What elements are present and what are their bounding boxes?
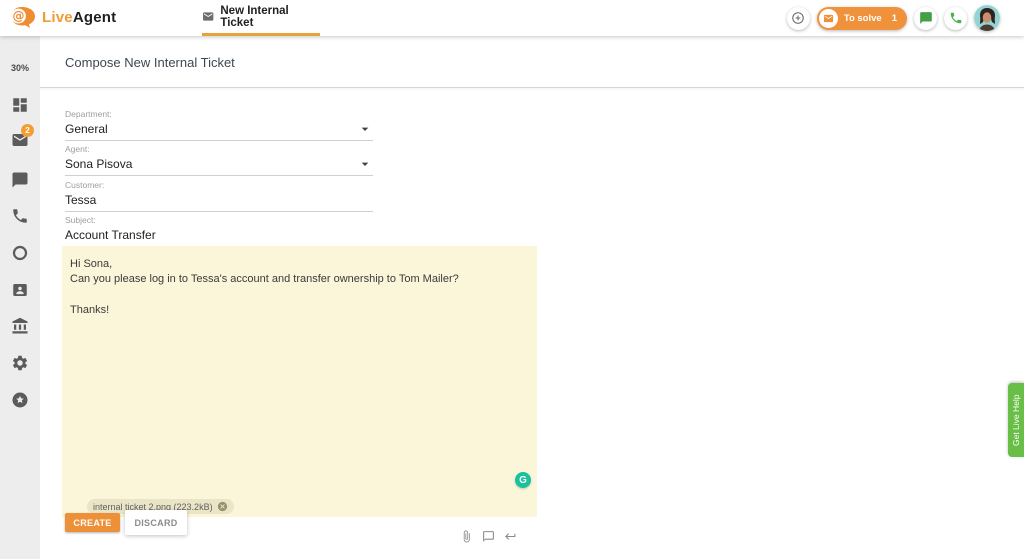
page-title: Compose New Internal Ticket — [65, 55, 235, 70]
chats-status-button[interactable] — [914, 7, 937, 30]
create-button[interactable]: CREATE — [65, 513, 120, 532]
comment-outline-icon — [482, 530, 495, 543]
chat-square-icon — [919, 11, 933, 25]
usage-percent: 30% — [0, 63, 40, 73]
to-solve-envelope-badge — [819, 9, 838, 28]
chat-bubble-icon — [11, 171, 29, 189]
sidebar-item-calls[interactable] — [11, 207, 29, 225]
add-new-button[interactable] — [787, 7, 810, 30]
to-solve-button[interactable]: To solve 1 — [817, 7, 907, 30]
department-select[interactable]: General — [65, 122, 373, 141]
star-circle-icon — [11, 391, 29, 409]
logo-agent: Agent — [73, 9, 117, 26]
department-label: Department: — [65, 109, 373, 119]
attach-file-button[interactable] — [460, 530, 473, 543]
customer-input[interactable]: Tessa — [65, 193, 373, 212]
header-divider — [40, 87, 1024, 88]
get-live-help-button[interactable]: Get Live Help — [1008, 383, 1024, 457]
return-arrow-icon — [504, 530, 517, 543]
agent-select[interactable]: Sona Pisova — [65, 157, 373, 176]
sidebar-item-academy[interactable] — [11, 317, 29, 335]
app-window: @ LiveAgent New Internal Ticket — [0, 0, 1024, 559]
grammarly-icon[interactable]: G — [515, 472, 531, 488]
logo-bubble-icon: @ — [10, 5, 36, 29]
subject-label: Subject: — [65, 215, 373, 225]
discard-button[interactable]: DISCARD — [125, 510, 187, 535]
topbar-actions: To solve 1 — [787, 5, 1000, 31]
plus-circle-icon — [791, 11, 805, 25]
bank-columns-icon — [11, 317, 29, 335]
add-note-button[interactable] — [482, 530, 495, 543]
contact-card-icon — [11, 281, 29, 299]
to-solve-label: To solve — [844, 13, 882, 24]
cancel-circle-icon — [217, 501, 228, 512]
agent-label: Agent: — [65, 144, 373, 154]
dashboard-icon — [11, 96, 29, 114]
customer-field: Customer: Tessa — [65, 180, 373, 212]
agent-field: Agent: Sona Pisova — [65, 144, 373, 176]
message-editor[interactable]: Hi Sona, Can you please log in to Tessa'… — [62, 246, 537, 517]
ring-icon — [11, 244, 29, 262]
main-content: Compose New Internal Ticket Department: … — [40, 36, 1024, 559]
subject-field: Subject: Account Transfer — [65, 215, 373, 247]
tab-new-internal-ticket[interactable]: New Internal Ticket — [202, 0, 320, 36]
liveagent-logo[interactable]: @ LiveAgent — [10, 5, 116, 29]
chevron-down-icon[interactable] — [357, 156, 373, 172]
logo-text: LiveAgent — [42, 9, 116, 26]
message-text[interactable]: Hi Sona, Can you please log in to Tessa'… — [62, 246, 537, 329]
subject-input[interactable]: Account Transfer — [65, 228, 373, 247]
logo-live: Live — [42, 9, 73, 26]
avatar-image — [974, 5, 1000, 31]
sidebar-item-dashboard[interactable] — [11, 96, 29, 114]
chevron-down-icon[interactable] — [357, 121, 373, 137]
phone-icon — [11, 207, 29, 225]
sidebar: 30% 2 — [0, 36, 40, 559]
department-field: Department: General — [65, 109, 373, 141]
editor-toolbar — [460, 530, 517, 543]
tab-label: New Internal Ticket — [220, 5, 320, 29]
envelope-icon — [823, 13, 834, 24]
customer-label: Customer: — [65, 180, 373, 190]
phone-icon — [949, 11, 963, 25]
envelope-icon — [202, 10, 214, 23]
to-solve-count: 1 — [892, 13, 897, 24]
sidebar-item-status[interactable] — [11, 391, 29, 409]
gear-icon — [11, 354, 29, 372]
sidebar-item-chats[interactable] — [11, 171, 29, 189]
insert-reply-button[interactable] — [504, 530, 517, 543]
calls-status-button[interactable] — [944, 7, 967, 30]
tickets-badge: 2 — [21, 124, 34, 137]
topbar: @ LiveAgent New Internal Ticket — [0, 0, 1024, 36]
sidebar-item-contacts[interactable] — [11, 281, 29, 299]
svg-text:@: @ — [13, 9, 25, 23]
sidebar-item-online-visitors[interactable] — [11, 244, 29, 262]
paperclip-icon — [460, 530, 473, 543]
remove-attachment-button[interactable] — [217, 501, 228, 512]
sidebar-item-settings[interactable] — [11, 354, 29, 372]
user-avatar[interactable] — [974, 5, 1000, 31]
